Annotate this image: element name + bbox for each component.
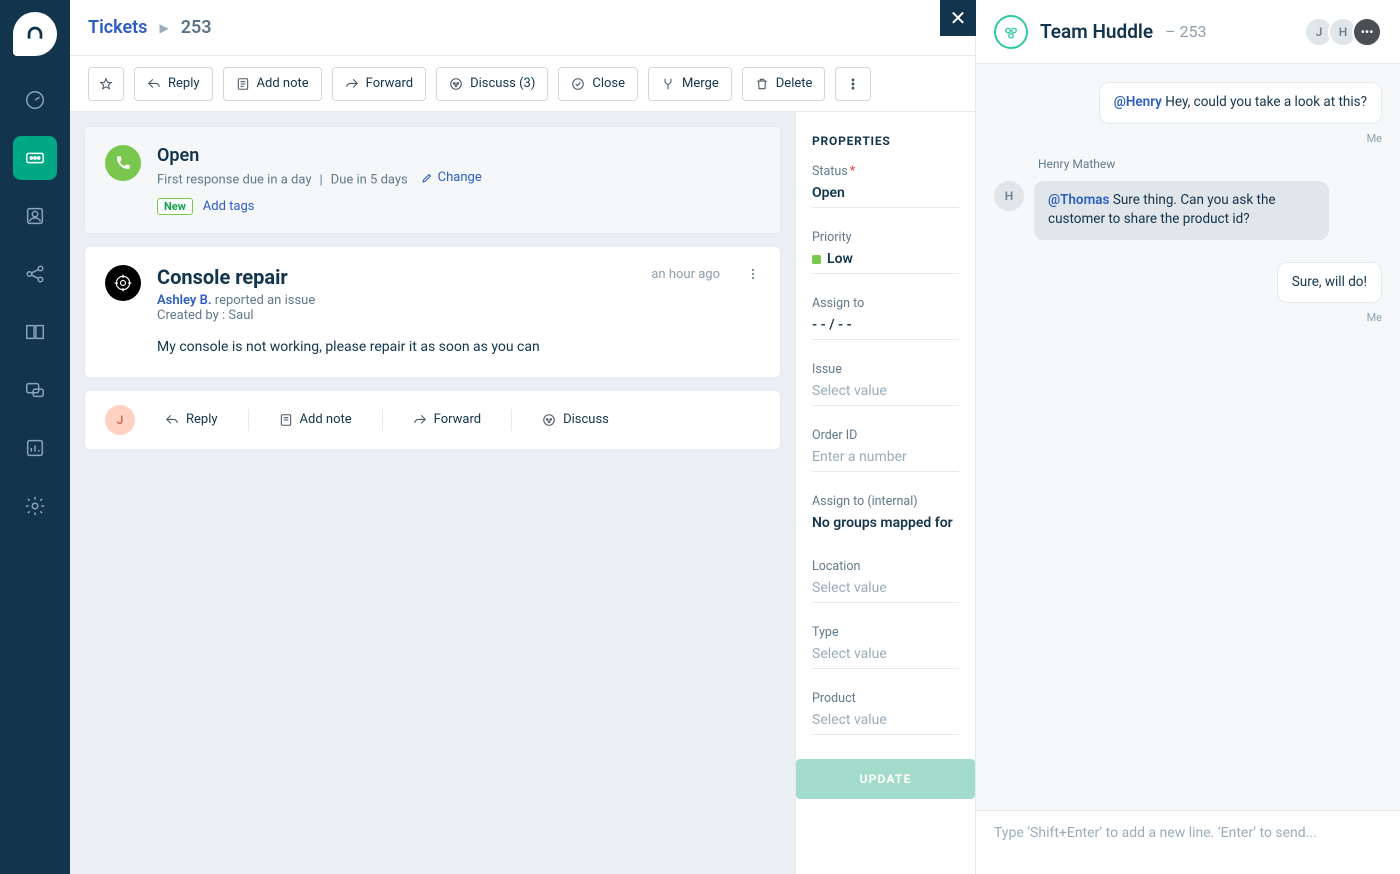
issue-title: Console repair	[157, 265, 315, 289]
nav-contacts[interactable]	[13, 194, 57, 238]
discuss-action[interactable]: Discuss	[532, 406, 619, 433]
forward-action[interactable]: Forward	[403, 406, 491, 433]
properties-heading: PROPERTIES	[812, 134, 959, 148]
properties-panel: PROPERTIES Status* Open Priority Low Ass…	[795, 112, 975, 874]
message-row: Sure, will do!	[994, 262, 1382, 304]
prop-status[interactable]: Status* Open	[812, 164, 959, 208]
main-column: Tickets ▶ 253 Reply Add note Forward Dis…	[70, 0, 975, 874]
current-user-avatar: J	[105, 405, 135, 435]
action-toolbar: Reply Add note Forward Discuss (3) Close…	[70, 56, 975, 112]
nav-settings[interactable]	[13, 484, 57, 528]
discuss-button[interactable]: Discuss (3)	[436, 67, 548, 101]
add-tags-link[interactable]: Add tags	[203, 199, 255, 214]
ticket-status-card: Open First response due in a day|Due in …	[84, 126, 781, 234]
phone-icon	[105, 145, 141, 181]
new-badge: New	[157, 198, 193, 215]
huddle-participants: J H •••	[1310, 17, 1382, 47]
issue-timestamp: an hour ago	[651, 267, 720, 282]
delete-label: Delete	[776, 76, 813, 91]
nav-dashboard[interactable]	[13, 78, 57, 122]
chevron-right-icon: ▶	[159, 21, 168, 35]
issue-subtitle: Ashley B. reported an issue Created by :…	[157, 293, 315, 323]
prop-issue[interactable]: Issue Select value	[812, 362, 959, 406]
app-logo[interactable]	[13, 12, 57, 56]
huddle-title: Team Huddle	[1040, 20, 1153, 43]
update-button[interactable]: UPDATE	[796, 759, 975, 799]
delete-button[interactable]: Delete	[742, 67, 826, 101]
reply-bar: J Reply Add note Forward D	[84, 390, 781, 450]
prop-assign-to[interactable]: Assign to - - / - -	[812, 296, 959, 340]
star-button[interactable]	[88, 67, 124, 101]
prop-order-id[interactable]: Order ID Enter a number	[812, 428, 959, 472]
merge-label: Merge	[682, 76, 719, 91]
huddle-icon	[994, 15, 1028, 49]
forward-label: Forward	[366, 76, 413, 91]
breadcrumb-id: 253	[181, 17, 212, 38]
huddle-input-field[interactable]	[994, 825, 1382, 841]
prop-type[interactable]: Type Select value	[812, 625, 959, 669]
message-sender: Henry Mathew	[1038, 157, 1382, 171]
forward-button[interactable]: Forward	[332, 67, 426, 101]
close-button[interactable]: Close	[558, 67, 638, 101]
sender-avatar: H	[994, 181, 1024, 211]
add-note-action[interactable]: Add note	[269, 406, 362, 433]
ticket-status-title: Open	[157, 145, 760, 166]
left-nav	[0, 0, 70, 874]
prop-assign-internal[interactable]: Assign to (internal) No groups mapped fo…	[812, 494, 959, 537]
merge-button[interactable]: Merge	[648, 67, 732, 101]
breadcrumb-root[interactable]: Tickets	[88, 17, 147, 38]
reply-action[interactable]: Reply	[155, 406, 228, 433]
nav-tickets[interactable]	[13, 136, 57, 180]
discuss-label: Discuss (3)	[470, 76, 535, 91]
ticket-sla: First response due in a day|Due in 5 day…	[157, 170, 760, 188]
huddle-composer	[976, 810, 1400, 874]
change-sla-link[interactable]: Change	[421, 170, 482, 185]
issue-body: My console is not working, please repair…	[157, 339, 760, 355]
workspace: Open First response due in a day|Due in …	[70, 112, 975, 874]
prop-product[interactable]: Product Select value	[812, 691, 959, 735]
add-note-label: Add note	[257, 76, 309, 91]
message-bubble: @Thomas Sure thing. Can you ask the cust…	[1034, 181, 1329, 240]
huddle-ticket-id: – 253	[1165, 22, 1206, 41]
close-huddle-button[interactable]: ✕	[940, 0, 976, 36]
close-label: Close	[592, 76, 625, 91]
nav-reports[interactable]	[13, 426, 57, 470]
huddle-messages: @Henry Hey, could you take a look at thi…	[976, 64, 1400, 810]
issue-author-link[interactable]: Ashley B.	[157, 293, 212, 308]
message-meta: Me	[994, 132, 1382, 145]
huddle-header: Team Huddle – 253 J H •••	[976, 0, 1400, 64]
nav-solutions[interactable]	[13, 310, 57, 354]
message-bubble: @Henry Hey, could you take a look at thi…	[1099, 82, 1382, 124]
message-row: H @Thomas Sure thing. Can you ask the cu…	[994, 181, 1382, 240]
mention[interactable]: @Thomas	[1048, 192, 1110, 208]
reply-label: Reply	[168, 76, 200, 91]
message-bubble: Sure, will do!	[1277, 262, 1382, 304]
nav-social[interactable]	[13, 252, 57, 296]
issue-more-button[interactable]	[746, 267, 760, 285]
team-huddle-panel: ✕ Team Huddle – 253 J H ••• @Henry Hey, …	[975, 0, 1400, 874]
message-meta: Me	[994, 311, 1382, 324]
ticket-center: Open First response due in a day|Due in …	[70, 112, 795, 874]
prop-location[interactable]: Location Select value	[812, 559, 959, 603]
reply-button[interactable]: Reply	[134, 67, 213, 101]
ticket-issue-card: Console repair Ashley B. reported an iss…	[84, 246, 781, 378]
add-note-button[interactable]: Add note	[223, 67, 322, 101]
more-actions-button[interactable]	[835, 67, 871, 101]
more-participants-button[interactable]: •••	[1352, 17, 1382, 47]
nav-chat[interactable]	[13, 368, 57, 412]
prop-priority[interactable]: Priority Low	[812, 230, 959, 274]
mention[interactable]: @Henry	[1114, 94, 1162, 110]
target-icon	[105, 265, 141, 301]
message-row: @Henry Hey, could you take a look at thi…	[994, 82, 1382, 124]
breadcrumb-bar: Tickets ▶ 253	[70, 0, 975, 56]
